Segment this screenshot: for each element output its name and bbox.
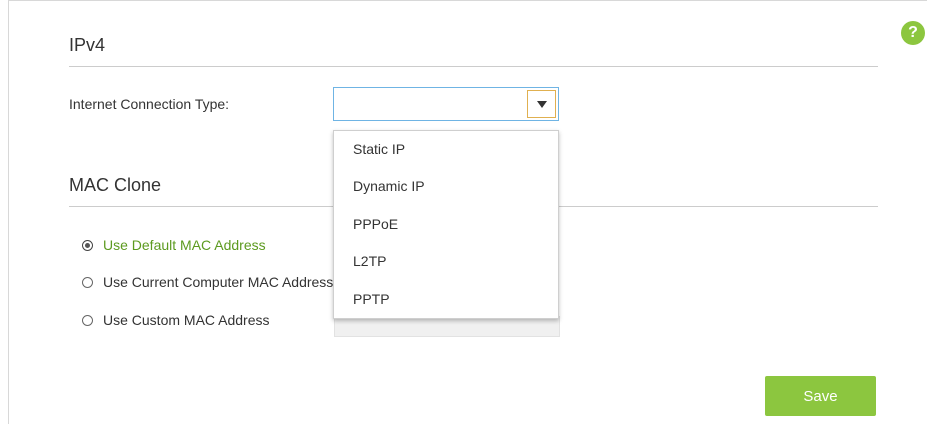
dropdown-option-pppoe[interactable]: PPPoE xyxy=(334,206,558,243)
radio-current-computer-mac[interactable]: Use Current Computer MAC Address xyxy=(82,274,333,290)
connection-type-dropdown-menu: Static IP Dynamic IP PPPoE L2TP PPTP xyxy=(333,130,559,319)
radio-default-mac-label: Use Default MAC Address xyxy=(103,237,266,253)
radio-custom-mac[interactable]: Use Custom MAC Address xyxy=(82,312,270,328)
radio-unchecked-icon[interactable] xyxy=(82,276,93,288)
radio-default-mac[interactable]: Use Default MAC Address xyxy=(82,237,266,253)
custom-mac-input xyxy=(334,316,560,337)
radio-unchecked-icon[interactable] xyxy=(82,314,93,326)
mac-clone-section-title: MAC Clone xyxy=(69,175,162,195)
chevron-down-icon xyxy=(536,100,547,108)
dropdown-option-static-ip[interactable]: Static IP xyxy=(334,131,558,168)
connection-type-select[interactable] xyxy=(333,87,559,121)
dropdown-option-dynamic-ip[interactable]: Dynamic IP xyxy=(334,168,558,205)
router-settings-page: ? IPv4 Internet Connection Type: MAC Clo… xyxy=(0,0,927,424)
connection-type-label: Internet Connection Type: xyxy=(69,96,230,112)
save-button[interactable]: Save xyxy=(765,376,876,416)
radio-checked-icon[interactable] xyxy=(82,239,93,251)
ipv4-section-title: IPv4 xyxy=(69,35,106,55)
radio-current-computer-mac-label: Use Current Computer MAC Address xyxy=(103,274,334,290)
help-icon[interactable]: ? xyxy=(901,21,925,45)
radio-custom-mac-label: Use Custom MAC Address xyxy=(103,312,270,328)
ipv4-divider xyxy=(69,66,878,67)
dropdown-toggle-button[interactable] xyxy=(527,90,556,118)
dropdown-option-pptp[interactable]: PPTP xyxy=(334,281,558,318)
dropdown-option-l2tp[interactable]: L2TP xyxy=(334,243,558,280)
